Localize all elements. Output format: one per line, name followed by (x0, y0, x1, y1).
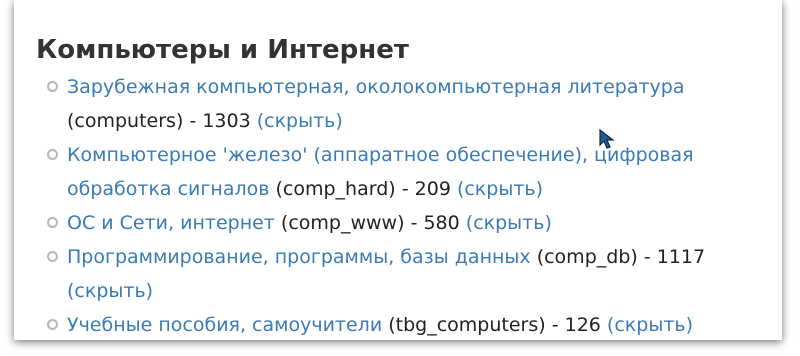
category-count: 209 (414, 178, 451, 200)
category-link[interactable]: ОС и Сети, интернет (67, 212, 275, 234)
category-separator: - (551, 314, 559, 336)
category-code: (computers) (67, 110, 184, 132)
section-title: Компьютеры и Интернет (36, 35, 409, 65)
category-code: (tbg_computers) (388, 314, 546, 336)
category-link[interactable]: Учебные пособия, самоучители (67, 314, 382, 336)
category-count: 1117 (656, 246, 706, 268)
category-item: Программирование, программы, базы данных… (47, 240, 747, 308)
circle-bullet-icon (47, 319, 58, 330)
circle-bullet-icon (47, 217, 58, 228)
circle-bullet-icon (47, 251, 58, 262)
hide-link[interactable]: (скрыть) (466, 212, 552, 234)
category-item: Зарубежная компьютерная, околокомпьютерн… (47, 70, 747, 138)
circle-bullet-icon (47, 81, 58, 92)
category-separator: - (410, 212, 418, 234)
hide-link[interactable]: (скрыть) (607, 314, 693, 336)
category-separator: - (189, 110, 197, 132)
category-link[interactable]: Программирование, программы, базы данных (67, 246, 531, 268)
category-item: ОС и Сети, интернет (comp_www) - 580 (ск… (47, 206, 747, 240)
category-list: Зарубежная компьютерная, околокомпьютерн… (47, 70, 747, 340)
category-code: (comp_db) (536, 246, 638, 268)
hide-link[interactable]: (скрыть) (67, 280, 153, 302)
category-count: 126 (564, 314, 601, 336)
category-link[interactable]: Зарубежная компьютерная, околокомпьютерн… (67, 76, 685, 98)
previous-item-cut-off (36, 0, 42, 14)
hide-link[interactable]: (скрыть) (257, 110, 343, 132)
category-code: (comp_hard) (275, 178, 396, 200)
content-frame: Компьютеры и Интернет Зарубежная компьют… (14, 0, 782, 340)
category-separator: - (401, 178, 409, 200)
category-count: 580 (423, 212, 460, 234)
category-count: 1303 (202, 110, 251, 132)
hide-link[interactable]: (скрыть) (457, 178, 543, 200)
category-separator: - (643, 246, 651, 268)
mouse-cursor-icon (599, 129, 615, 149)
category-code: (comp_www) (280, 212, 405, 234)
category-item: Компьютерное 'железо' (аппаратное обеспе… (47, 138, 747, 206)
circle-bullet-icon (47, 149, 58, 160)
category-item: Учебные пособия, самоучители (tbg_comput… (47, 308, 747, 340)
